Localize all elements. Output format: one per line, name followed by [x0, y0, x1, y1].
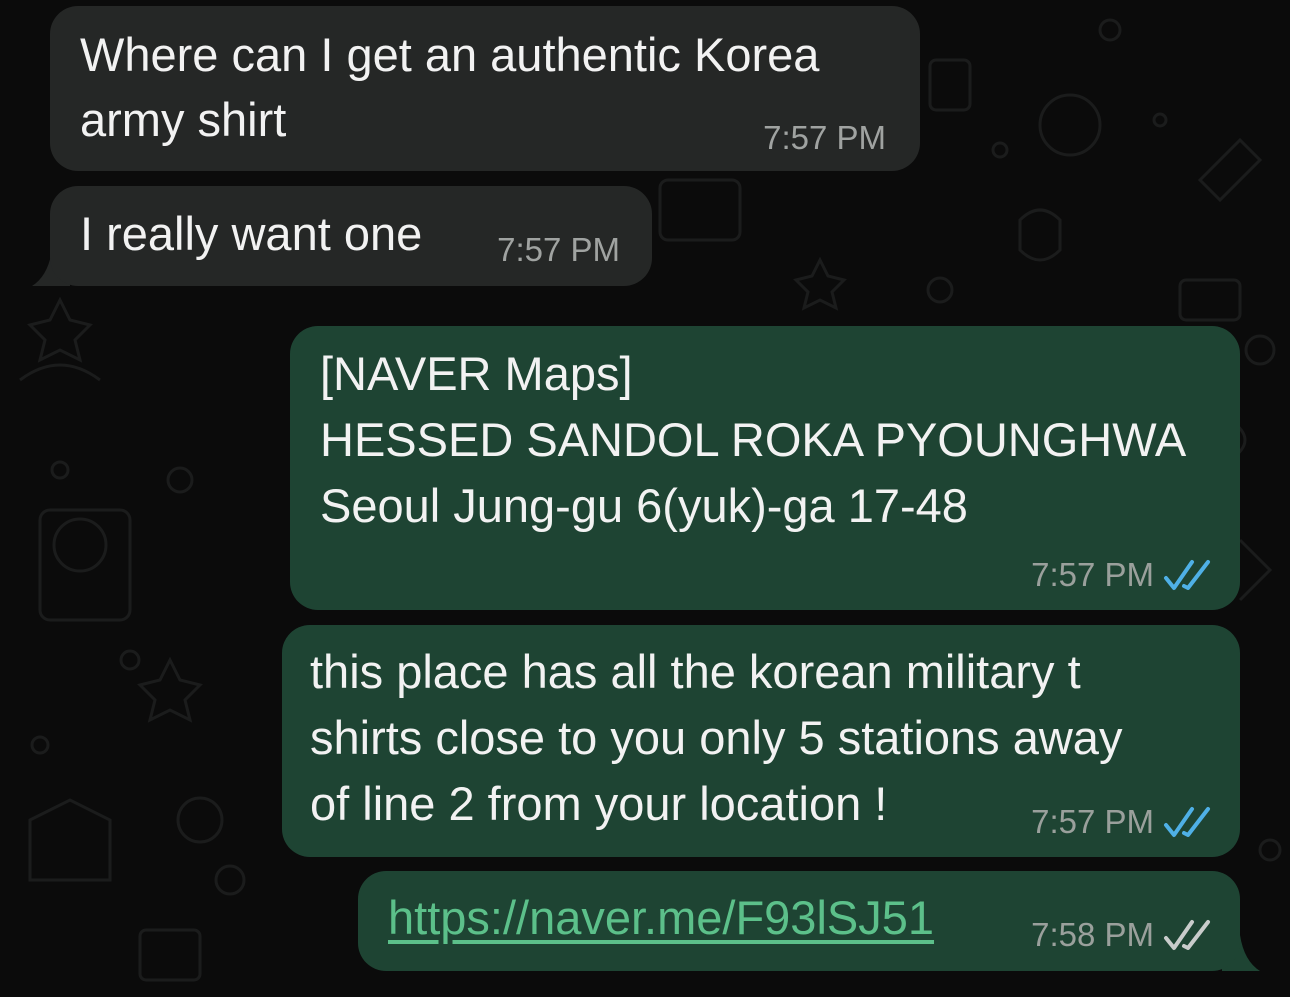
message-timestamp: 7:57 PM	[763, 119, 886, 156]
message-timestamp: 7:58 PM	[1031, 916, 1154, 953]
message-text-line: HESSED SANDOL ROKA PYOUNGHWA	[320, 413, 1187, 466]
message-text-line: army shirt	[80, 93, 287, 146]
message-text-line: I really want one	[80, 207, 423, 260]
message-meta: 7:57 PM	[763, 118, 886, 158]
message-text-line: this place has all the korean military t	[310, 645, 1081, 698]
double-check-blue-icon	[1164, 807, 1210, 837]
message-meta: 7:58 PM	[1031, 915, 1212, 955]
message-text-line: Seoul Jung-gu 6(yuk)-ga 17-48	[320, 479, 968, 532]
message-timestamp: 7:57 PM	[1031, 803, 1154, 840]
message-meta: 7:57 PM	[497, 230, 620, 270]
message-meta: 7:57 PM	[1031, 802, 1212, 842]
incoming-message-bubble[interactable]: Where can I get an authentic Korea army …	[50, 6, 920, 171]
outgoing-message-bubble[interactable]: this place has all the korean military t…	[282, 625, 1240, 857]
outgoing-message-bubble[interactable]: [NAVER Maps] HESSED SANDOL ROKA PYOUNGHW…	[290, 326, 1240, 610]
message-text-line: [NAVER Maps]	[320, 347, 633, 400]
outgoing-message-bubble[interactable]: https://naver.me/F93lSJ51 7:58 PM	[358, 871, 1240, 971]
message-text-line: shirts close to you only 5 stations away	[310, 711, 1123, 764]
message-timestamp: 7:57 PM	[1031, 556, 1154, 593]
message-timestamp: 7:57 PM	[497, 231, 620, 268]
double-check-grey-icon	[1164, 920, 1210, 950]
double-check-blue-icon	[1164, 560, 1210, 590]
incoming-message-bubble[interactable]: I really want one 7:57 PM	[50, 186, 652, 286]
message-text-line: of line 2 from your location !	[310, 777, 888, 830]
message-meta: 7:57 PM	[1031, 555, 1212, 595]
naver-map-link[interactable]: https://naver.me/F93lSJ51	[388, 885, 934, 950]
message-text-line: Where can I get an authentic Korea	[80, 28, 820, 81]
